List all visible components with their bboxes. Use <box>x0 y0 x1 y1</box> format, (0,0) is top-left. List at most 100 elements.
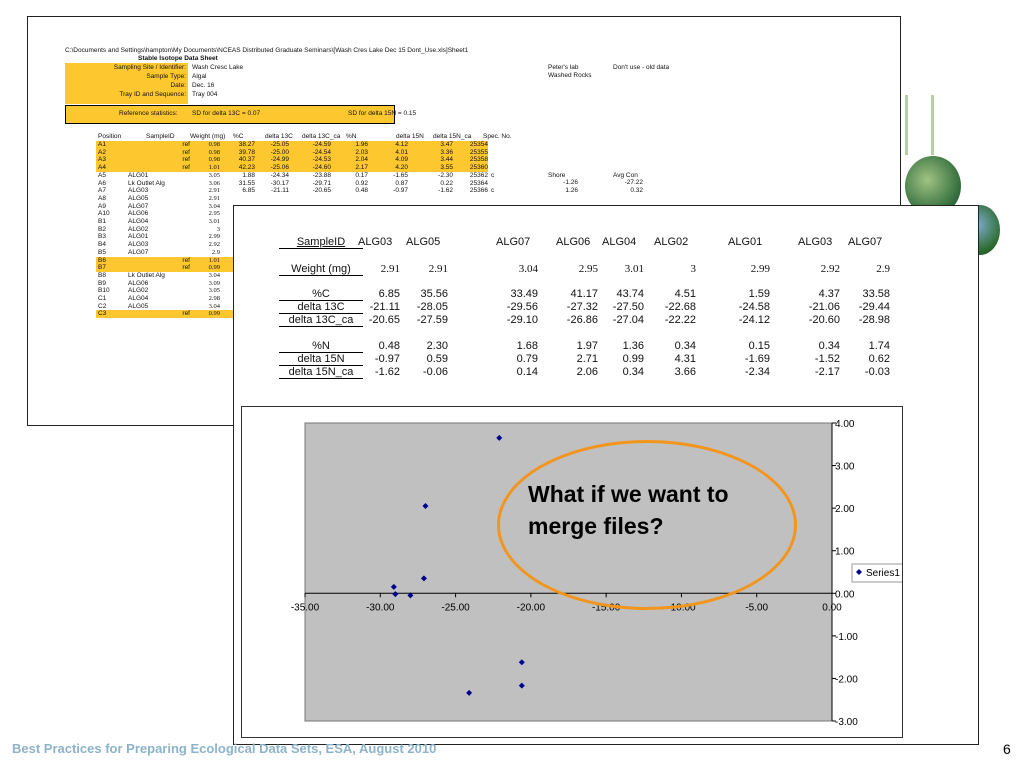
data-cell: ALG01 <box>128 171 149 179</box>
data-cell: -29.71 <box>312 179 331 187</box>
data-cell: -0.03 <box>864 366 890 378</box>
data-cell: A8 <box>98 194 106 202</box>
data-cell: 1.36 <box>622 340 644 352</box>
data-cell: -24.53 <box>312 156 331 164</box>
data-cell: A4 <box>98 164 106 172</box>
meta-label: Date: <box>170 82 186 89</box>
ref-stats-label: Reference statistics: <box>119 110 178 117</box>
data-cell: 0.99 <box>622 353 644 365</box>
data-cell: 25364 <box>469 179 488 187</box>
column-header: ALG07 <box>496 236 531 248</box>
data-cell: A10 <box>98 210 110 218</box>
data-cell: 4.20 <box>395 164 408 172</box>
side-value: 1.26 <box>565 187 578 194</box>
data-cell: 0.79 <box>516 353 538 365</box>
data-cell: -25.06 <box>270 164 289 172</box>
data-cell: -1.62 <box>374 366 400 378</box>
data-cell: 3.66 <box>674 366 696 378</box>
data-cell: ALG05 <box>128 302 149 310</box>
data-cell: 0.59 <box>426 353 448 365</box>
column-header: Spec. No. <box>483 133 512 140</box>
data-cell: -0.06 <box>422 366 448 378</box>
data-cell: 3.36 <box>440 148 453 156</box>
data-cell: B8 <box>98 271 106 279</box>
y-tick-label: -3.00 <box>835 717 858 728</box>
data-cell: 1.59 <box>748 288 770 300</box>
meta-value: Tray 004 <box>192 91 218 98</box>
ref-stats-c: SD for delta 13C = 0.07 <box>192 110 261 117</box>
data-cell: -24.54 <box>312 148 331 156</box>
data-cell: -1.62 <box>438 187 453 195</box>
data-cell: 0.98 <box>208 156 220 164</box>
column-header: ALG03 <box>798 236 833 248</box>
column-header: %N <box>346 133 357 140</box>
data-cell: -21.11 <box>271 187 289 195</box>
row-label: delta 13C <box>279 301 363 314</box>
data-cell: 6.85 <box>242 187 255 195</box>
x-tick-label: -35.00 <box>291 602 320 613</box>
weight-value: 2.91 <box>428 263 448 275</box>
row-label: delta 15N <box>279 353 363 366</box>
data-cell: B10 <box>98 287 110 295</box>
data-cell: 0.34 <box>818 340 840 352</box>
data-cell: 1.01 <box>208 256 220 264</box>
table-header-label: SampleID <box>279 236 363 249</box>
data-cell: 31.55 <box>238 179 255 187</box>
y-tick-label: -1.00 <box>835 632 858 643</box>
data-cell: -28.05 <box>416 301 448 313</box>
avg-label: Avg Con <box>613 172 638 179</box>
data-cell: -0.97 <box>374 353 400 365</box>
side-value: -1.26 <box>563 179 578 186</box>
data-cell: 2.30 <box>426 340 448 352</box>
footer-text: Best Practices for Preparing Ecological … <box>12 741 437 756</box>
data-cell: 0.34 <box>674 340 696 352</box>
data-cell: ref <box>182 164 190 172</box>
data-cell: 0.87 <box>395 179 408 187</box>
column-header: delta 13C_ca <box>302 133 341 140</box>
row-label: delta 13C_ca <box>279 314 363 327</box>
data-cell: -26.86 <box>566 314 598 326</box>
data-cell: 25355 <box>469 148 488 156</box>
data-cell: A2 <box>98 148 106 156</box>
y-tick-label: 3.00 <box>835 462 855 473</box>
data-cell: -1.65 <box>393 171 408 179</box>
data-cell: B9 <box>98 279 106 287</box>
data-cell: 42.23 <box>238 164 255 172</box>
data-cell: -28.98 <box>858 314 890 326</box>
data-cell: 0.34 <box>622 366 644 378</box>
data-cell: 4.12 <box>395 141 408 148</box>
data-cell: 43.74 <box>616 288 644 300</box>
data-cell: B3 <box>98 233 106 241</box>
side-value: -27.22 <box>624 179 643 186</box>
data-cell: -30.17 <box>270 179 289 187</box>
data-cell: -29.44 <box>858 301 890 313</box>
data-cell: ref <box>182 156 190 164</box>
data-cell: 3.06 <box>208 179 220 187</box>
column-header: Weight (mg) <box>190 133 226 140</box>
data-cell: 4.31 <box>674 353 696 365</box>
data-cell: B5 <box>98 248 106 256</box>
data-cell: 2.06 <box>576 366 598 378</box>
data-cell: -24.99 <box>270 156 289 164</box>
y-tick-label: 0.00 <box>835 589 855 600</box>
data-cell: 2.95 <box>208 210 220 218</box>
data-cell: -0.97 <box>393 187 408 195</box>
data-cell: -20.60 <box>808 314 840 326</box>
weight-value: 3.01 <box>624 263 644 275</box>
data-cell: 2.04 <box>355 156 368 164</box>
data-cell: ALG06 <box>128 279 149 287</box>
data-cell: -2.17 <box>814 366 840 378</box>
data-cell: 4.09 <box>395 156 408 164</box>
weight-value: 2.99 <box>750 263 770 275</box>
data-cell: ref <box>182 264 190 272</box>
data-cell: -1.52 <box>814 353 840 365</box>
meta-label: Sampling Site / Identifier: <box>113 64 186 71</box>
column-header: ALG06 <box>556 236 591 248</box>
data-cell: 33.58 <box>862 288 890 300</box>
data-cell: 1.88 <box>242 171 255 179</box>
column-header: ALG03 <box>358 236 393 248</box>
data-cell: ALG02 <box>128 287 149 295</box>
data-cell: 3.01 <box>208 218 220 225</box>
data-cell: 3.47 <box>440 141 453 148</box>
data-cell: -1.69 <box>744 353 770 365</box>
